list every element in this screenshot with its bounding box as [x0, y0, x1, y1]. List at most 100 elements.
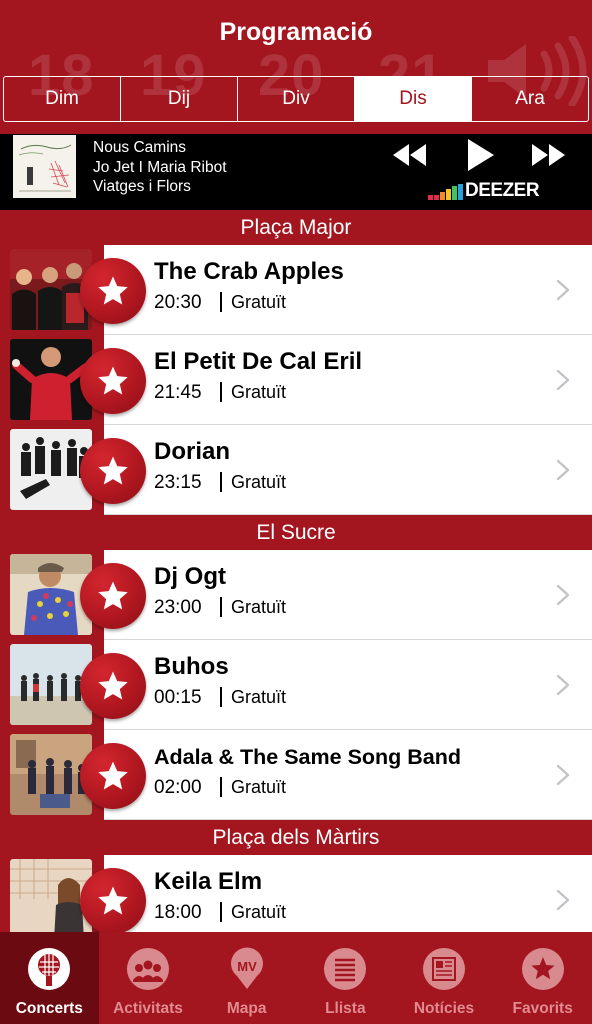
- music-player: Nous Camins Jo Jet I Maria Ribot Viatges…: [0, 134, 592, 210]
- chevron-right-icon: [556, 584, 570, 606]
- concert-row[interactable]: Buhos 00:15 Gratuït: [0, 640, 592, 730]
- section-header: Plaça Major: [0, 210, 592, 245]
- day-tab-dim[interactable]: Dim: [4, 77, 121, 121]
- day-tab-dis[interactable]: Dis: [355, 77, 472, 121]
- track-title: Viatges i Flors: [93, 178, 191, 195]
- artist-name: The Crab Apples: [154, 258, 344, 285]
- rewind-icon[interactable]: [392, 142, 428, 168]
- fast-forward-icon[interactable]: [530, 142, 566, 168]
- chevron-right-icon: [556, 369, 570, 391]
- tab-label: Favorits: [512, 1000, 573, 1017]
- star-icon: [98, 761, 128, 790]
- album-title: Nous Camins: [93, 139, 187, 156]
- track-info: Nous Camins Jo Jet I Maria Ribot Viatges…: [93, 138, 227, 197]
- section-header: El Sucre: [0, 515, 592, 550]
- day-tab-dij[interactable]: Dij: [121, 77, 238, 121]
- concert-row[interactable]: Dj Ogt 23:00 Gratuït: [0, 550, 592, 640]
- event-price: Gratuït: [231, 777, 287, 797]
- newspaper-icon: [423, 948, 466, 990]
- tab-mapa[interactable]: MV Mapa: [197, 932, 296, 1024]
- concert-row[interactable]: Keila Elm 18:00 Gratuït: [0, 855, 592, 932]
- event-price: Gratuït: [231, 382, 287, 402]
- artist-name: Dorian: [154, 438, 231, 465]
- artist-name: Adala & The Same Song Band: [154, 745, 462, 769]
- event-time: 23:15: [154, 472, 202, 493]
- star-icon: [98, 456, 128, 485]
- artist-name: Keila Elm: [154, 868, 263, 895]
- artist-name: El Petit De Cal Eril: [154, 348, 363, 375]
- event-price: Gratuït: [231, 687, 287, 707]
- separator: [220, 687, 222, 707]
- tab-label: Llista: [325, 1000, 366, 1017]
- event-price: Gratuït: [231, 292, 287, 312]
- favorite-star-button[interactable]: [80, 868, 146, 932]
- day-selector: Dim Dij Div Dis Ara: [3, 76, 589, 122]
- favorite-star-button[interactable]: [80, 743, 146, 809]
- map-pin-label: MV: [237, 959, 257, 974]
- map-pin-icon: MV: [230, 947, 263, 989]
- tab-label: Concerts: [15, 1000, 83, 1017]
- tab-noticies[interactable]: Notícies: [395, 932, 494, 1024]
- microphone-icon: [28, 948, 71, 990]
- concert-row[interactable]: The Crab Apples 20:30 Gratuït: [0, 245, 592, 335]
- event-price: Gratuït: [231, 597, 287, 617]
- separator: [220, 292, 222, 312]
- event-price: Gratuït: [231, 902, 287, 922]
- bottom-tab-bar: Concerts Activitats MV Mapa Llista Notíc…: [0, 932, 592, 1024]
- day-tab-ara[interactable]: Ara: [472, 77, 588, 121]
- tab-activitats[interactable]: Activitats: [99, 932, 198, 1024]
- artist-name: Dj Ogt: [154, 563, 226, 590]
- star-icon: [98, 366, 128, 395]
- separator: [220, 382, 222, 402]
- event-time: 23:00: [154, 597, 202, 618]
- tab-label: Notícies: [413, 1000, 475, 1017]
- artist-name: Buhos: [154, 653, 229, 680]
- album-cover[interactable]: [13, 135, 76, 198]
- favorite-star-button[interactable]: [80, 258, 146, 324]
- day-tab-div[interactable]: Div: [238, 77, 355, 121]
- concert-row[interactable]: El Petit De Cal Eril 21:45 Gratuït: [0, 335, 592, 425]
- separator: [220, 902, 222, 922]
- favorite-star-button[interactable]: [80, 563, 146, 629]
- tab-label: Activitats: [113, 1000, 183, 1017]
- event-price: Gratuït: [231, 472, 287, 492]
- list-icon: [324, 948, 367, 990]
- star-icon: [98, 886, 128, 915]
- play-icon[interactable]: [466, 137, 496, 173]
- chevron-right-icon: [556, 674, 570, 696]
- schedule-list: Plaça Major The Crab Apples 20:30 Gratuï…: [0, 210, 592, 932]
- star-icon: [98, 581, 128, 610]
- favorite-star-button[interactable]: [80, 653, 146, 719]
- tab-label: Mapa: [226, 1000, 267, 1017]
- favorite-star-button[interactable]: [80, 438, 146, 504]
- star-icon: [98, 276, 128, 305]
- star-icon: [98, 671, 128, 700]
- event-time: 02:00: [154, 777, 202, 798]
- event-time: 18:00: [154, 902, 202, 923]
- track-artists: Jo Jet I Maria Ribot: [93, 158, 227, 176]
- tab-concerts[interactable]: Concerts: [0, 932, 99, 1024]
- star-icon: [521, 948, 564, 990]
- chevron-right-icon: [556, 764, 570, 786]
- concert-row[interactable]: Adala & The Same Song Band 02:00 Gratuït: [0, 730, 592, 820]
- deezer-logo[interactable]: DEEZER: [428, 180, 540, 201]
- chevron-right-icon: [556, 459, 570, 481]
- chevron-right-icon: [556, 279, 570, 301]
- event-time: 20:30: [154, 292, 202, 313]
- event-time: 00:15: [154, 687, 202, 708]
- page-title: Programació: [219, 18, 373, 46]
- event-time: 21:45: [154, 382, 202, 403]
- tab-llista[interactable]: Llista: [296, 932, 395, 1024]
- section-header: Plaça dels Màrtirs: [0, 820, 592, 855]
- concert-row[interactable]: Dorian 23:15 Gratuït: [0, 425, 592, 515]
- chevron-right-icon: [556, 889, 570, 911]
- separator: [220, 777, 222, 797]
- audience-icon: [127, 948, 169, 990]
- favorite-star-button[interactable]: [80, 348, 146, 414]
- tab-favorits[interactable]: Favorits: [493, 932, 592, 1024]
- deezer-wordmark: DEEZER: [465, 180, 540, 201]
- equalizer-icon: [428, 184, 463, 200]
- header: 18 19 20 21 Programació Dim Dij Div Dis …: [0, 0, 592, 134]
- separator: [220, 597, 222, 617]
- separator: [220, 472, 222, 492]
